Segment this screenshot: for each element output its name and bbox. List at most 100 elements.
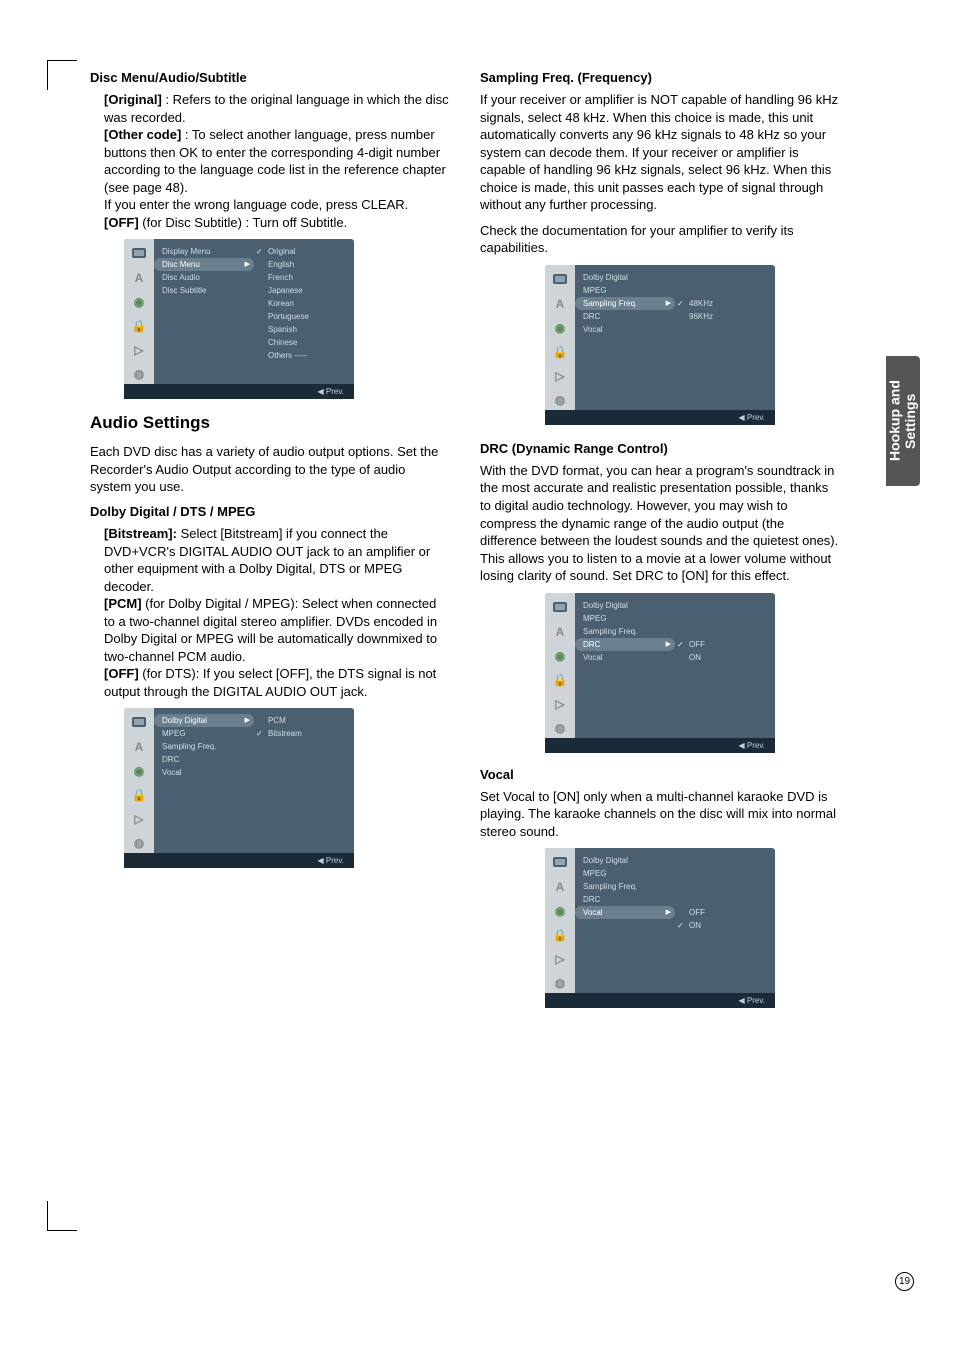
menu-left-pane: Dolby Digital MPEG Sampling Freq. DRC Vo… [575,848,675,993]
chevron-right-icon: ▶ [245,260,250,268]
menu-option[interactable]: Spanish [254,323,354,336]
check-icon: ✓ [677,640,684,649]
section-tab: Hookup and Settings [886,356,920,486]
audio-intro: Each DVD disc has a variety of audio out… [90,443,450,496]
check-icon: ✓ [677,921,684,930]
menu-right-pane: OFF ✓ON [675,848,775,993]
lock-icon: 🔒 [550,926,570,944]
menu-footer: ◀ Prev. [124,853,354,868]
record-icon: ▷ [550,695,570,713]
audio-icon: ◉ [550,902,570,920]
menu-item-selected[interactable]: DRC▶ [575,638,675,651]
audio-icon: ◉ [550,319,570,337]
menu-item[interactable]: Dolby Digital [575,599,675,612]
menu-item-selected[interactable]: Dolby Digital▶ [154,714,254,727]
menu-option[interactable]: Korean [254,297,354,310]
dts-off-label: [OFF] [104,666,139,681]
menu-option[interactable]: 96KHz [675,310,775,323]
menu-item[interactable]: Sampling Freq. [154,740,254,753]
audio-icon: ◉ [129,762,149,780]
menu-option[interactable]: Chinese [254,336,354,349]
wrong-code-text: If you enter the wrong language code, pr… [104,197,408,212]
menu-item[interactable]: DRC [575,893,675,906]
disc-icon: ◍ [550,719,570,737]
left-column: Disc Menu/Audio/Subtitle [Original] : Re… [90,70,450,1022]
disc-menu-title: Disc Menu/Audio/Subtitle [90,70,450,85]
menu-item[interactable]: MPEG [575,867,675,880]
original-label: [Original] [104,92,162,107]
lock-icon: 🔒 [550,671,570,689]
lock-icon: 🔒 [550,343,570,361]
menu-item[interactable]: Sampling Freq. [575,625,675,638]
menu-item[interactable]: Vocal [575,323,675,336]
menu-item[interactable]: MPEG [154,727,254,740]
menu-item[interactable]: Dolby Digital [575,271,675,284]
sampling-title: Sampling Freq. (Frequency) [480,70,840,85]
menu-right-pane: PCM ✓Bitstream [254,708,354,853]
pcm-text: (for Dolby Digital / MPEG): Select when … [104,596,437,664]
record-icon: ▷ [129,341,149,359]
menu-left-pane: Dolby Digital▶ MPEG Sampling Freq. DRC V… [154,708,254,853]
menu-item-selected[interactable]: Vocal▶ [575,906,675,919]
menu-option[interactable]: ✓48KHz [675,297,775,310]
menu-option[interactable]: English [254,258,354,271]
lock-icon: 🔒 [129,317,149,335]
menu-option[interactable]: ✓Bitstream [254,727,354,740]
menu-item[interactable]: MPEG [575,284,675,297]
disc-icon: ◍ [550,391,570,409]
menu-item[interactable]: Disc Audio [154,271,254,284]
menu-option[interactable]: PCM [254,714,354,727]
screen-icon [550,599,570,617]
menu-option[interactable]: Others ----- [254,349,354,362]
menu-right-pane: ✓Original English French Japanese Korean… [254,239,354,384]
drc-text: With the DVD format, you can hear a prog… [480,462,840,585]
menu-icon-bar: A ◉ 🔒 ▷ ◍ [545,848,575,993]
menu-option[interactable]: Portuguese [254,310,354,323]
menu-item[interactable]: Vocal [154,766,254,779]
bitstream-label: [Bitstream]: [104,526,177,541]
menu-item[interactable]: MPEG [575,612,675,625]
menu-footer: ◀ Prev. [545,993,775,1008]
dts-off-text: (for DTS): If you select [OFF], the DTS … [104,666,436,699]
menu-option[interactable]: Japanese [254,284,354,297]
menu-icon-bar: A ◉ 🔒 ▷ ◍ [124,239,154,384]
menu-item[interactable]: DRC [154,753,254,766]
menu-item[interactable]: Dolby Digital [575,854,675,867]
language-icon: A [129,269,149,287]
menu-item[interactable]: Disc Subtitle [154,284,254,297]
menu-option[interactable]: ✓ON [675,919,775,932]
menu-screenshot-language: A ◉ 🔒 ▷ ◍ Display Menu Disc Menu▶ Disc A… [124,239,354,399]
other-code-label: [Other code] [104,127,181,142]
page-number: 19 [895,1272,914,1291]
menu-item[interactable]: Vocal [575,651,675,664]
menu-item-selected[interactable]: Disc Menu▶ [154,258,254,271]
page-content: Disc Menu/Audio/Subtitle [Original] : Re… [0,0,954,1062]
menu-option[interactable]: ✓Original [254,245,354,258]
vocal-title: Vocal [480,767,840,782]
sampling-check: Check the documentation for your amplifi… [480,222,840,257]
menu-left-pane: Display Menu Disc Menu▶ Disc Audio Disc … [154,239,254,384]
menu-item-selected[interactable]: Sampling Freq.▶ [575,297,675,310]
menu-right-pane: ✓48KHz 96KHz [675,265,775,410]
menu-option[interactable]: French [254,271,354,284]
menu-item[interactable]: Display Menu [154,245,254,258]
menu-item[interactable]: Sampling Freq. [575,880,675,893]
disc-menu-original: [Original] : Refers to the original lang… [90,91,450,231]
vocal-text: Set Vocal to [ON] only when a multi-chan… [480,788,840,841]
menu-item[interactable]: DRC [575,310,675,323]
menu-screenshot-dolby: A ◉ 🔒 ▷ ◍ Dolby Digital▶ MPEG Sampling F… [124,708,354,868]
menu-option[interactable]: ✓OFF [675,638,775,651]
chevron-right-icon: ▶ [245,716,250,724]
menu-option[interactable]: ON [675,651,775,664]
screen-icon [550,271,570,289]
record-icon: ▷ [550,367,570,385]
chevron-right-icon: ▶ [666,299,671,307]
record-icon: ▷ [129,810,149,828]
menu-screenshot-vocal: A ◉ 🔒 ▷ ◍ Dolby Digital MPEG Sampling Fr… [545,848,775,1008]
screen-icon [129,245,149,263]
menu-left-pane: Dolby Digital MPEG Sampling Freq.▶ DRC V… [575,265,675,410]
disc-icon: ◍ [129,834,149,852]
menu-option[interactable]: OFF [675,906,775,919]
sampling-text: If your receiver or amplifier is NOT cap… [480,91,840,214]
off-text: (for Disc Subtitle) : Turn off Subtitle. [139,215,348,230]
